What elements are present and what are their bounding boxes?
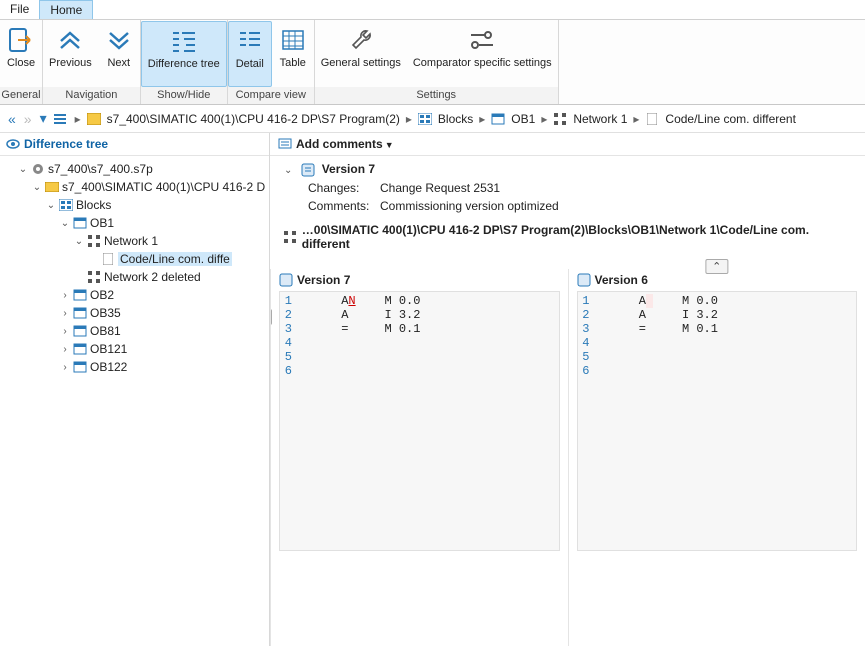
crumb-root[interactable]: s7_400\SIMATIC 400(1)\CPU 416-2 DP\S7 Pr… [107,112,400,126]
menu-file[interactable]: File [0,0,39,19]
network-icon [553,112,567,126]
difference-tree-panel: Difference tree ⌄s7_400\s7_400.s7p ⌄s7_4… [0,133,270,646]
block-icon [72,342,88,356]
code-line: 3 = M 0.1 [280,322,559,336]
block-icon [72,306,88,320]
network-icon [86,270,102,284]
code-line: 6 [280,364,559,378]
crumb-ob1[interactable]: OB1 [511,112,535,126]
code-line: 4 [280,336,559,350]
blocks-icon [58,198,74,212]
wrench-icon [346,25,376,55]
detail-icon [235,26,265,56]
project-icon [44,180,60,194]
tree-codeline[interactable]: Code/Line com. diffe [2,250,267,268]
code-line: 2 A I 3.2 [578,308,857,322]
block-icon [72,216,88,230]
crumb-network[interactable]: Network 1 [573,112,627,126]
code-line: 6 [578,364,857,378]
code-left-column: Version 7 1 AN M 0.02 A I 3.23 = M 0.145… [270,269,568,646]
tree-ob1[interactable]: ⌄OB1 [2,214,267,232]
code-right-column: ⌃ Version 6 1 A M 0.02 A I 3.23 = M 0.14… [568,269,865,646]
tree-root[interactable]: ⌄s7_400\s7_400.s7p [2,160,267,178]
tree-ob2[interactable]: ›OB2 [2,286,267,304]
crumb-blocks[interactable]: Blocks [438,112,473,126]
splitter-handle[interactable]: ⌃ [705,259,728,274]
block-icon [491,112,505,126]
tree-ob81[interactable]: ›OB81 [2,322,267,340]
group-showhide: Show/Hide [141,87,227,104]
code-left-pane: 1 AN M 0.02 A I 3.23 = M 0.1456 [279,291,560,551]
details-panel: Add comments▼ ⌄ Version 7 Changes:Change… [270,133,865,646]
expand-version-button[interactable]: ⌄ [284,165,298,176]
code-right-pane: 1 A M 0.02 A I 3.23 = M 0.1456 [577,291,858,551]
drive-icon [30,162,46,176]
settings-icon [467,25,497,55]
menu-home[interactable]: Home [39,0,93,19]
table-button[interactable]: Table [272,21,314,87]
nav-back-button[interactable]: « [6,111,18,127]
breadcrumb: « » ▾ ▸ s7_400\SIMATIC 400(1)\CPU 416-2 … [0,105,865,133]
next-button[interactable]: Next [98,21,140,87]
tree-blocks[interactable]: ⌄Blocks [2,196,267,214]
code-line: 1 A M 0.0 [578,294,857,308]
comments-label: Comments: [308,199,380,213]
code-line: 5 [280,350,559,364]
comparator-settings-button[interactable]: Comparator specific settings [407,21,558,87]
block-icon [72,324,88,338]
code-line: 3 = M 0.1 [578,322,857,336]
code-line: 5 [578,350,857,364]
nav-forward-button[interactable]: » [22,111,34,127]
code-line: 2 A I 3.2 [280,308,559,322]
nav-dropdown-button[interactable]: ▾ [38,110,49,127]
tree-cpu[interactable]: ⌄s7_400\SIMATIC 400(1)\CPU 416-2 D [2,178,267,196]
file-icon [645,112,659,126]
comments-value: Commissioning version optimized [380,199,559,213]
previous-button[interactable]: Previous [43,21,98,87]
changes-label: Changes: [308,181,380,195]
tree-ob121[interactable]: ›OB121 [2,340,267,358]
version-left-title: Version 7 [322,162,375,176]
difference-tree-title: Difference tree [24,137,108,151]
table-icon [278,25,308,55]
exit-icon [6,25,36,55]
file-icon [100,252,116,266]
code-line: 4 [578,336,857,350]
version-icon [279,273,293,287]
add-comments-button[interactable]: Add comments▼ [296,137,394,151]
difference-tree-button[interactable]: Difference tree [141,21,227,87]
block-icon [72,360,88,374]
version-icon [301,163,315,177]
network-icon [86,234,102,248]
group-compare: Compare view [228,87,314,104]
project-icon [87,112,101,126]
block-icon [72,288,88,302]
comment-icon [278,137,292,151]
group-navigation: Navigation [43,87,140,104]
list-icon [53,112,67,126]
tree-ob122[interactable]: ›OB122 [2,358,267,376]
code-line: 1 AN M 0.0 [280,294,559,308]
general-settings-button[interactable]: General settings [315,21,407,87]
tree-icon [169,26,199,56]
ribbon: Close General Previous Next Navigation [0,20,865,105]
network-icon [284,231,298,243]
tree-ob35[interactable]: ›OB35 [2,304,267,322]
group-general: General [0,87,42,104]
version-icon [577,273,591,287]
tree-net1[interactable]: ⌄Network 1 [2,232,267,250]
detail-path: …00\SIMATIC 400(1)\CPU 416-2 DP\S7 Progr… [302,223,851,251]
code-right-title: Version 6 [595,273,648,287]
group-settings: Settings [315,87,558,104]
tree-net2[interactable]: Network 2 deleted [2,268,267,286]
crumb-leaf[interactable]: Code/Line com. different [665,112,796,126]
chevron-up-double-icon [55,25,85,55]
blocks-icon [418,112,432,126]
chevron-down-double-icon [104,25,134,55]
code-left-title: Version 7 [297,273,350,287]
close-button[interactable]: Close [0,21,42,87]
detail-button[interactable]: Detail [228,21,272,87]
changes-value: Change Request 2531 [380,181,500,195]
diff-tree-icon [6,137,20,151]
